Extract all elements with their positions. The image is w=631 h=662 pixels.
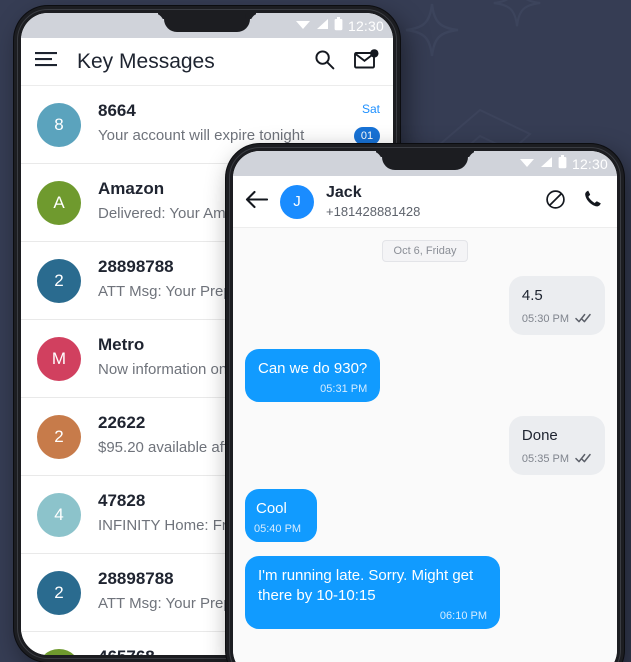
app-bar: Key Messages <box>21 38 393 86</box>
list-item-time: Sat <box>361 102 380 116</box>
message-thread[interactable]: Oct 6, Friday 4.5 05:30 PM Can we do 930… <box>233 228 617 662</box>
bubble-footer: 05:35 PM <box>522 450 592 468</box>
bubble-row: 4.5 05:30 PM <box>245 276 605 335</box>
bubble-footer: 06:10 PM <box>258 610 487 622</box>
hamburger-icon[interactable] <box>35 50 61 73</box>
bubble-text: 4.5 <box>521 287 543 304</box>
battery-icon <box>334 17 343 34</box>
app-bar-actions <box>314 48 379 75</box>
list-item-meta: Sat 01 <box>354 100 380 145</box>
status-time: 12:30 <box>571 155 608 172</box>
list-item-title: 8664 <box>98 101 136 120</box>
bubble-time: 05:40 PM <box>254 523 302 535</box>
conversation-header: J Jack +181428881428 <box>233 176 617 228</box>
conversation-actions <box>545 189 603 215</box>
bubble-time: 05:30 PM <box>521 313 569 325</box>
bubble-text: I'm running late. Sorry. Might get there… <box>258 567 474 604</box>
screen-conversation: 12:30 J Jack +181428881428 Oct 6, Friday… <box>233 151 617 662</box>
chat-bubble-outgoing[interactable]: Can we do 930? 05:31 PM <box>245 349 381 402</box>
chat-bubble-incoming[interactable]: 4.5 05:30 PM <box>508 276 605 335</box>
phone-conversation: 12:30 J Jack +181428881428 Oct 6, Friday… <box>226 144 624 662</box>
avatar: 4 <box>37 649 81 655</box>
mark-unread-icon[interactable] <box>354 48 379 75</box>
avatar: J <box>280 184 314 219</box>
date-divider: Oct 6, Friday <box>381 240 469 262</box>
notch <box>164 13 250 32</box>
page-title: Key Messages <box>77 49 215 73</box>
double-check-icon <box>575 310 592 328</box>
unread-badge: 01 <box>354 127 380 145</box>
bubble-row: Can we do 930? 05:31 PM <box>245 349 605 402</box>
chat-bubble-outgoing[interactable]: Cool 05:40 PM <box>245 489 317 542</box>
avatar: 4 <box>37 493 81 537</box>
bubble-footer: 05:30 PM <box>522 310 592 328</box>
signal-icon <box>540 156 553 171</box>
bubble-text: Done <box>521 427 558 444</box>
call-icon[interactable] <box>583 189 603 214</box>
avatar: 2 <box>37 415 81 459</box>
bubble-time: 06:10 PM <box>439 610 487 622</box>
bubble-text: Can we do 930? <box>258 360 368 377</box>
avatar: A <box>37 181 81 225</box>
contact-name: Jack <box>326 184 362 201</box>
avatar: 8 <box>37 103 81 147</box>
avatar: M <box>37 337 81 381</box>
wifi-icon <box>519 156 535 171</box>
chat-bubble-outgoing[interactable]: I'm running late. Sorry. Might get there… <box>245 556 500 629</box>
bubble-time: 05:31 PM <box>320 383 368 395</box>
chat-bubble-incoming[interactable]: Done 05:35 PM <box>508 416 605 475</box>
status-time: 12:30 <box>347 17 384 34</box>
sparkle-icon <box>492 0 542 28</box>
bubble-footer: 05:40 PM <box>254 523 304 535</box>
bubble-footer: 05:31 PM <box>258 383 367 395</box>
date-divider-wrap: Oct 6, Friday <box>245 240 605 262</box>
avatar: 2 <box>37 259 81 303</box>
bubble-row: I'm running late. Sorry. Might get there… <box>245 556 605 629</box>
notch <box>382 151 468 170</box>
battery-icon <box>558 155 567 172</box>
sparkle-icon <box>404 2 460 58</box>
signal-icon <box>316 18 329 33</box>
bubble-time: 05:35 PM <box>521 453 569 465</box>
contact-number: +181428881428 <box>326 204 421 219</box>
bubble-text: Cool <box>256 500 287 517</box>
contact-info: Jack +181428881428 <box>326 183 545 220</box>
list-item-snippet: Your account will expire tonight <box>98 127 305 144</box>
list-item-body: 8664 Your account will expire tonight <box>98 100 381 146</box>
block-icon[interactable] <box>545 189 566 215</box>
double-check-icon <box>575 450 592 468</box>
bubble-row: Done 05:35 PM <box>245 416 605 475</box>
wifi-icon <box>295 18 311 33</box>
scene: 12:30 Key Messages 8 8664 Your account w… <box>0 0 631 662</box>
search-icon[interactable] <box>314 49 335 75</box>
avatar: 2 <box>37 571 81 615</box>
back-arrow-icon[interactable] <box>245 190 269 214</box>
bubble-row: Cool 05:40 PM <box>245 489 605 542</box>
